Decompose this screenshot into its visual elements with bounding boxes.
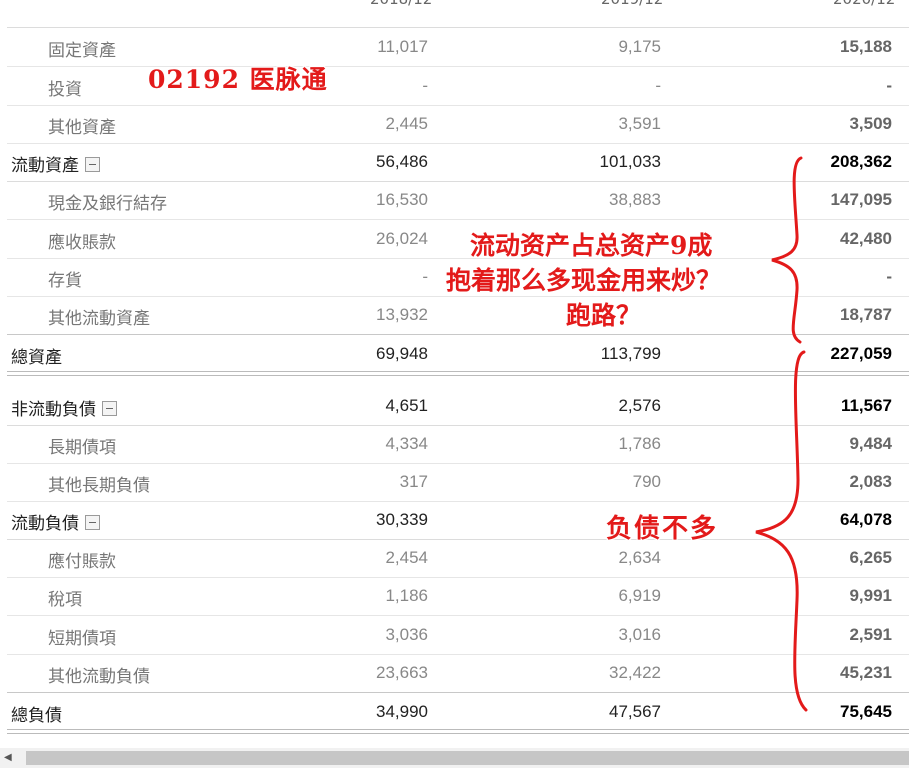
horizontal-scrollbar[interactable]: ◀ [0,748,909,768]
brace-liabilities [755,350,808,712]
brace-assets [771,156,803,344]
scroll-left-arrow-icon[interactable]: ◀ [4,752,12,763]
balance-sheet-page: 2018/12 2019/12 2020/12 固定資產 11,017 9,17… [0,0,909,768]
annotation-braces [755,156,808,712]
scrollbar-thumb[interactable] [26,751,909,765]
